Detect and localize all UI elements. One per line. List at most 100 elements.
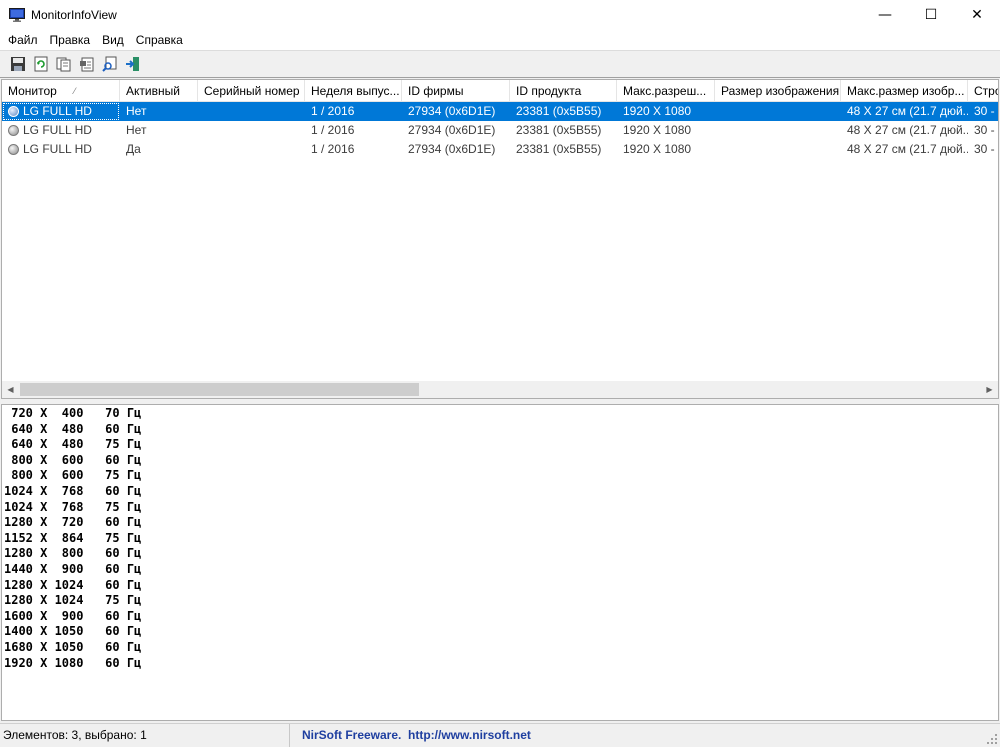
table-row[interactable]: LG FULL HD Нет 1 / 2016 27934 (0x6D1E) 2…	[2, 102, 998, 121]
cell-image-size	[715, 121, 841, 140]
menu-file[interactable]: Файл	[2, 30, 44, 50]
copy-button[interactable]	[54, 54, 74, 74]
menu-bar: Файл Правка Вид Справка	[0, 30, 1000, 50]
cell-serial	[198, 140, 305, 159]
cell-lines: 30 -	[974, 123, 995, 137]
display-mode-line: 1280 X 1024 60 Гц	[4, 577, 142, 592]
display-mode-line: 800 X 600 75 Гц	[4, 468, 142, 483]
cell-vendor-id: 27934 (0x6D1E)	[402, 102, 510, 121]
display-mode-line: 1600 X 900 60 Гц	[4, 608, 142, 623]
column-header-vendor-id[interactable]: ID фирмы	[402, 80, 510, 102]
column-header-row: Монитор ⁄ Активный Серийный номер Неделя…	[2, 80, 998, 102]
cell-max-image-size: 48 X 27 см (21.7 дюй...	[847, 123, 968, 137]
close-button[interactable]: ✕	[954, 0, 1000, 30]
monitor-status-icon	[8, 125, 19, 136]
cell-product-id: 23381 (0x5B55)	[510, 102, 617, 121]
cell-week: 1 / 2016	[305, 102, 402, 121]
column-header-serial[interactable]: Серийный номер	[198, 80, 305, 102]
save-icon	[11, 57, 25, 71]
maximize-icon: ☐	[924, 7, 938, 23]
table-row[interactable]: LG FULL HD Нет 1 / 2016 27934 (0x6D1E) 2…	[2, 121, 998, 140]
monitor-status-icon	[8, 106, 19, 117]
toolbar	[0, 50, 1000, 78]
find-icon	[102, 56, 117, 72]
close-icon: ✕	[971, 7, 983, 23]
monitor-app-icon	[9, 8, 25, 22]
cell-monitor: LG FULL HD	[23, 104, 92, 118]
display-mode-line: 1024 X 768 60 Гц	[4, 483, 142, 498]
display-mode-line: 640 X 480 75 Гц	[4, 437, 142, 452]
menu-view[interactable]: Вид	[96, 30, 130, 50]
scrollbar-thumb[interactable]	[20, 383, 419, 396]
menu-help[interactable]: Справка	[130, 30, 189, 50]
minimize-icon: —	[878, 7, 892, 23]
cell-product-id: 23381 (0x5B55)	[516, 142, 602, 156]
cell-monitor: LG FULL HD	[23, 123, 92, 137]
chevron-left-icon: ◀	[7, 385, 14, 394]
column-header-product-id[interactable]: ID продукта	[510, 80, 617, 102]
display-mode-line: 1400 X 1050 60 Гц	[4, 624, 142, 639]
cell-product-id: 23381 (0x5B55)	[516, 123, 602, 137]
display-mode-line: 720 X 400 70 Гц	[4, 406, 142, 420]
properties-button[interactable]	[77, 54, 97, 74]
display-modes-list: 720 X 400 70 Гц 640 X 480 60 Гц 640 X 48…	[2, 405, 998, 671]
cell-vendor-id: 27934 (0x6D1E)	[408, 142, 496, 156]
monitor-status-icon	[8, 144, 19, 155]
display-mode-line: 1440 X 900 60 Гц	[4, 561, 142, 576]
horizontal-scrollbar[interactable]: ◀ ▶	[2, 381, 998, 398]
cell-image-size	[715, 102, 841, 121]
cell-lines: 30 -	[974, 142, 995, 156]
display-mode-line: 1024 X 768 75 Гц	[4, 499, 142, 514]
cell-max-resolution: 1920 X 1080	[617, 102, 715, 121]
cell-image-size	[715, 140, 841, 159]
status-bar: Элементов: 3, выбрано: 1 NirSoft Freewar…	[0, 723, 1000, 747]
cell-active: Нет	[120, 102, 198, 121]
cell-max-image-size: 48 X 27 см (21.7 дюй...	[841, 102, 968, 121]
refresh-icon	[34, 56, 48, 72]
exit-icon	[126, 57, 139, 71]
display-mode-line: 1152 X 864 75 Гц	[4, 530, 142, 545]
copy-icon	[56, 57, 71, 72]
column-header-week[interactable]: Неделя выпус...	[305, 80, 402, 102]
table-row[interactable]: LG FULL HD Да 1 / 2016 27934 (0x6D1E) 23…	[2, 140, 998, 159]
column-header-max-image-size[interactable]: Макс.размер изобр...	[841, 80, 968, 102]
find-button[interactable]	[100, 54, 120, 74]
monitor-list[interactable]: Монитор ⁄ Активный Серийный номер Неделя…	[1, 79, 999, 399]
column-header-lines[interactable]: Стро	[968, 80, 998, 102]
display-mode-line: 1680 X 1050 60 Гц	[4, 639, 142, 654]
status-item-count: Элементов: 3, выбрано: 1	[0, 724, 290, 747]
column-header-active[interactable]: Активный	[120, 80, 198, 102]
display-mode-line: 800 X 600 60 Гц	[4, 452, 142, 467]
column-header-max-resolution[interactable]: Макс.разреш...	[617, 80, 715, 102]
cell-max-resolution: 1920 X 1080	[623, 123, 692, 137]
resize-grip-icon[interactable]	[986, 733, 998, 745]
cell-serial	[198, 121, 305, 140]
display-modes-pane[interactable]: 720 X 400 70 Гц 640 X 480 60 Гц 640 X 48…	[1, 404, 999, 721]
cell-lines: 30 -	[968, 102, 998, 121]
nirsoft-link[interactable]: NirSoft Freeware. http://www.nirsoft.net	[302, 724, 531, 747]
scroll-right-button[interactable]: ▶	[981, 381, 998, 398]
cell-week: 1 / 2016	[311, 123, 355, 137]
exit-button[interactable]	[123, 54, 143, 74]
maximize-button[interactable]: ☐	[908, 0, 954, 30]
properties-icon	[80, 57, 94, 72]
refresh-button[interactable]	[31, 54, 51, 74]
cell-active: Нет	[126, 123, 147, 137]
display-mode-line: 1920 X 1080 60 Гц	[4, 655, 142, 670]
cell-monitor: LG FULL HD	[23, 142, 92, 156]
minimize-button[interactable]: —	[862, 0, 908, 30]
cell-max-resolution: 1920 X 1080	[623, 142, 692, 156]
column-header-image-size[interactable]: Размер изображения	[715, 80, 841, 102]
scroll-left-button[interactable]: ◀	[2, 381, 19, 398]
display-mode-line: 1280 X 720 60 Гц	[4, 515, 142, 530]
sort-ascending-icon: ⁄	[74, 86, 76, 96]
menu-edit[interactable]: Правка	[44, 30, 97, 50]
cell-active: Да	[126, 142, 141, 156]
cell-max-image-size: 48 X 27 см (21.7 дюй...	[847, 142, 968, 156]
column-header-monitor[interactable]: Монитор ⁄	[2, 80, 120, 102]
chevron-right-icon: ▶	[986, 385, 993, 394]
title-bar: MonitorInfoView — ☐ ✕	[0, 0, 1000, 30]
cell-serial	[198, 102, 305, 121]
save-button[interactable]	[8, 54, 28, 74]
display-mode-line: 1280 X 1024 75 Гц	[4, 593, 142, 608]
